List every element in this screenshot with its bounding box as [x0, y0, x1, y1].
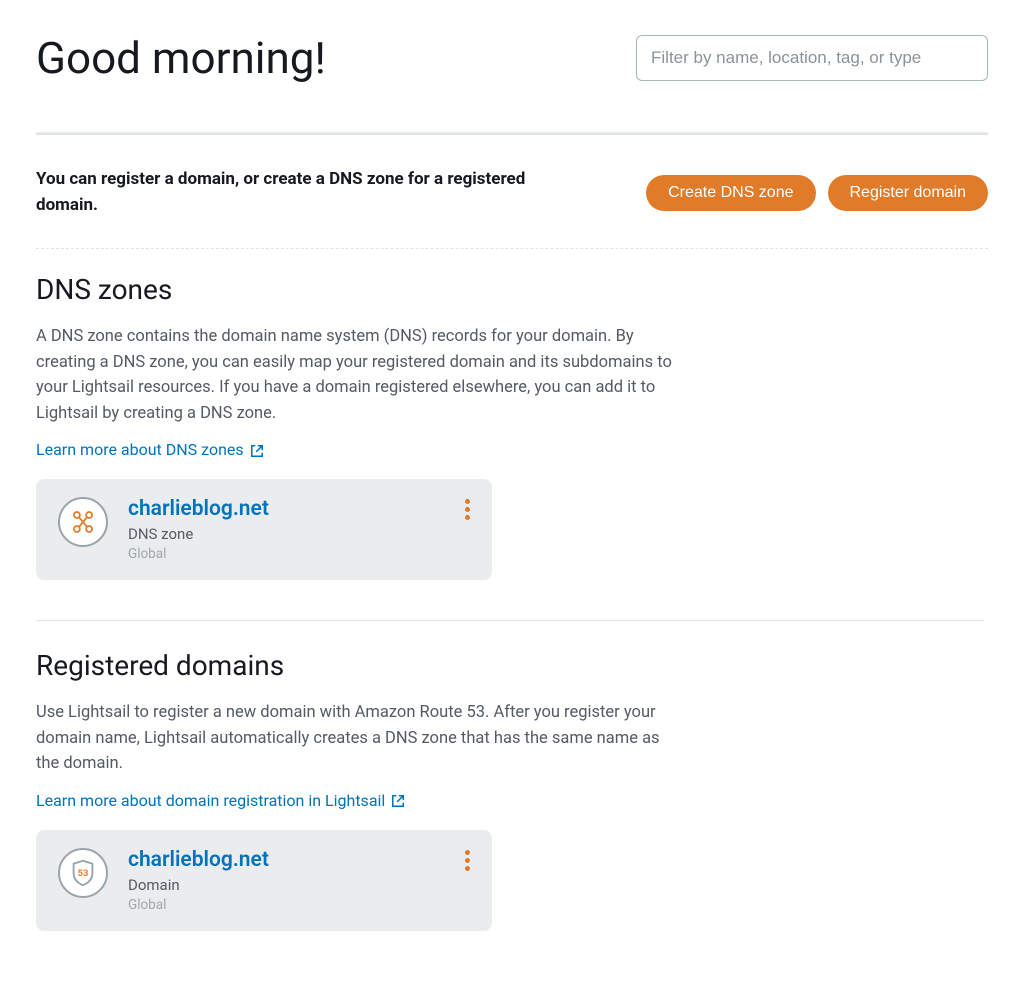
create-dns-zone-button[interactable]: Create DNS zone — [646, 175, 815, 211]
domain-card-name[interactable]: charlieblog.net — [128, 848, 470, 872]
prompt-actions: Create DNS zone Register domain — [646, 175, 988, 211]
prompt-text: You can register a domain, or create a D… — [36, 167, 556, 218]
dns-zone-card[interactable]: charlieblog.net DNS zone Global — [36, 479, 492, 580]
domain-icon: 53 — [58, 848, 108, 898]
dns-zone-card-type: DNS zone — [128, 525, 470, 543]
registered-domains-title: Registered domains — [36, 649, 676, 682]
filter-input[interactable] — [636, 35, 988, 81]
registered-domains-section: Registered domains Use Lightsail to regi… — [36, 649, 676, 931]
external-link-icon — [391, 793, 405, 807]
domain-card[interactable]: 53 charlieblog.net Domain Global — [36, 830, 492, 931]
registered-domains-learn-more-link[interactable]: Learn more about domain registration in … — [36, 791, 405, 810]
dns-zones-learn-more-text: Learn more about DNS zones — [36, 440, 244, 459]
dns-zone-icon — [58, 497, 108, 547]
dns-zone-card-name[interactable]: charlieblog.net — [128, 497, 470, 521]
domain-card-menu-button[interactable] — [465, 850, 470, 871]
dns-zones-title: DNS zones — [36, 273, 676, 306]
dns-zone-card-menu-button[interactable] — [465, 499, 470, 520]
registered-domains-learn-more-text: Learn more about domain registration in … — [36, 791, 385, 810]
external-link-icon — [250, 443, 264, 457]
dns-zones-learn-more-link[interactable]: Learn more about DNS zones — [36, 440, 264, 459]
domain-card-scope: Global — [128, 897, 470, 913]
domain-card-type: Domain — [128, 876, 470, 894]
dns-zones-description: A DNS zone contains the domain name syst… — [36, 324, 676, 426]
header-divider — [36, 132, 988, 135]
section-divider — [36, 620, 984, 621]
route53-badge-number: 53 — [78, 868, 89, 879]
registered-domains-description: Use Lightsail to register a new domain w… — [36, 700, 676, 777]
page-greeting: Good morning! — [36, 32, 326, 84]
dns-zone-card-scope: Global — [128, 546, 470, 562]
register-domain-button[interactable]: Register domain — [828, 175, 989, 211]
dns-zones-section: DNS zones A DNS zone contains the domain… — [36, 273, 676, 580]
